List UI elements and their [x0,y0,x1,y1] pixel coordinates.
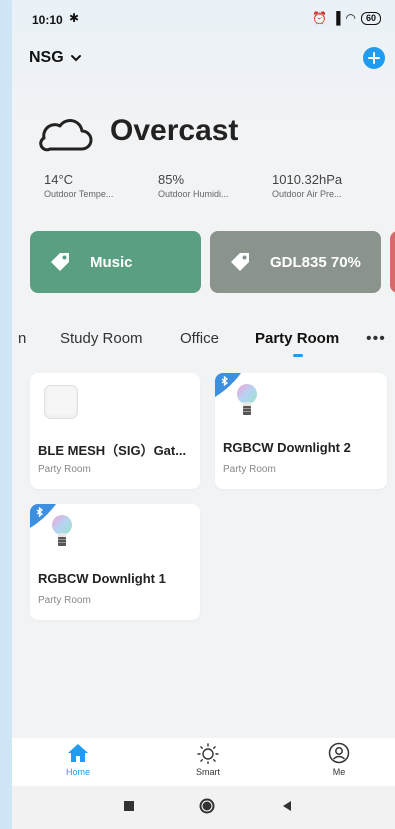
scene-card-partial[interactable] [390,231,395,293]
alarm-off-icon: ⏰ [312,11,327,25]
bottom-nav: Home Smart Me [12,738,395,786]
nav-label: Smart [195,767,220,777]
nav-label: Me [332,767,346,777]
home-icon [68,744,88,762]
app-screen: 10:10 ✱ ⏰ ▐ ◠ 60 NSG Overcast 14°C Outdo… [12,0,395,829]
weather-stat-label: Outdoor Humidi... [158,189,229,199]
tab-study-room[interactable]: Study Room [60,330,143,347]
nav-home[interactable]: Home [48,742,108,777]
home-name: NSG [29,49,64,66]
device-name: RGBCW Downlight 1 [38,571,166,586]
status-time: 10:10 [32,13,63,27]
bulb-icon [52,515,72,546]
battery-indicator: 60 [360,11,381,25]
active-tab-indicator [293,354,303,357]
tab-office[interactable]: Office [180,330,219,347]
outdoor-temperature: 14°C Outdoor Tempe... [44,172,113,199]
tag-icon [51,253,69,271]
scene-card-gdl835[interactable]: GDL835 70% [210,231,381,293]
sun-icon [197,743,219,764]
gateway-icon [44,385,78,419]
nav-me[interactable]: Me [309,742,369,777]
bluetooth-status-icon: ✱ [69,11,80,25]
bulb-icon [237,384,257,415]
wifi-icon: ◠ [345,11,356,25]
nav-smart[interactable]: Smart [178,742,238,777]
profile-icon [328,742,350,764]
status-bar: 10:10 ✱ ⏰ ▐ ◠ 60 [12,0,395,40]
back-icon[interactable] [280,799,294,813]
outdoor-humidity: 85% Outdoor Humidi... [158,172,229,199]
cloud-icon [39,119,93,152]
weather-stat-label: Outdoor Tempe... [44,189,114,199]
scene-card-music[interactable]: Music [30,231,201,293]
chevron-down-icon [70,55,81,62]
scene-label: Music [90,253,133,271]
home-button-icon[interactable] [198,797,216,815]
device-name: RGBCW Downlight 2 [223,440,351,455]
device-room: Party Room [38,464,91,475]
device-card-downlight-2[interactable]: RGBCW Downlight 2 Party Room [215,373,387,489]
device-room: Party Room [223,464,276,475]
status-icons: ⏰ ▐ ◠ 60 [312,11,381,25]
tab-partial[interactable]: n [18,330,26,347]
weather-stat-value: 85% [158,172,185,187]
recents-icon[interactable] [122,799,136,813]
signal-icon: ▐ [331,11,341,25]
room-tabs: n Study Room Office Party Room [12,328,395,358]
more-icon[interactable]: ••• [366,330,386,348]
system-nav-bar [12,786,395,829]
scene-label: GDL835 70% [270,253,361,271]
tag-icon [231,253,249,271]
device-room: Party Room [38,595,91,606]
tab-party-room[interactable]: Party Room [255,330,339,347]
weather-stat-label: Outdoor Air Pre... [272,189,342,199]
device-name: BLE MESH（SIG）Gat... [38,443,187,458]
plus-icon [368,52,380,64]
outdoor-air-pressure: 1010.32hPa Outdoor Air Pre... [272,172,342,199]
weather-condition: Overcast [110,114,239,147]
nav-label: Home [65,767,90,777]
device-card-downlight-1[interactable]: RGBCW Downlight 1 Party Room [30,504,200,620]
add-button[interactable] [363,47,385,69]
weather-stat-value: 14°C [44,172,74,187]
device-card-gateway[interactable]: BLE MESH（SIG）Gat... Party Room [30,373,200,489]
home-selector[interactable]: NSG [29,49,82,67]
weather-stat-value: 1010.32hPa [272,172,343,187]
